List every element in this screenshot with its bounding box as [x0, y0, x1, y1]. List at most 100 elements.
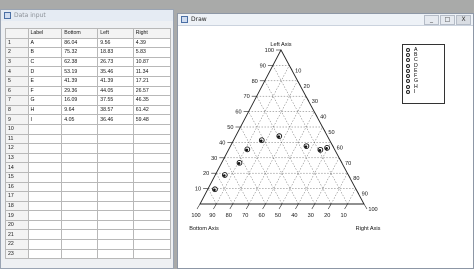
table-cell[interactable]: 16.09 — [61, 95, 99, 106]
table-cell[interactable] — [61, 248, 99, 260]
table-cell[interactable] — [61, 219, 99, 231]
table-cell[interactable] — [27, 162, 63, 173]
data-input-titlebar[interactable]: Data input — [1, 10, 173, 21]
table-cell[interactable] — [97, 191, 134, 202]
table-cell[interactable] — [97, 181, 134, 193]
column-header[interactable]: Right — [132, 28, 172, 39]
table-cell[interactable] — [97, 133, 134, 145]
table-cell[interactable] — [97, 248, 134, 260]
table-cell[interactable]: H — [27, 104, 63, 116]
table-cell[interactable] — [27, 219, 63, 231]
table-cell[interactable] — [27, 181, 63, 193]
table-cell[interactable] — [132, 162, 172, 173]
table-cell[interactable] — [61, 171, 99, 183]
table-cell[interactable] — [97, 152, 134, 164]
table-cell[interactable] — [97, 229, 134, 241]
table-cell[interactable] — [132, 248, 172, 260]
table-cell[interactable] — [61, 133, 99, 145]
table-cell[interactable] — [97, 143, 134, 154]
table-cell[interactable]: F — [27, 85, 63, 97]
table-cell[interactable]: D — [27, 66, 63, 77]
table-cell[interactable]: 75.32 — [61, 47, 99, 58]
table-cell[interactable]: 17.21 — [132, 75, 172, 87]
table-cell[interactable]: 9.56 — [97, 37, 134, 49]
table-cell[interactable] — [27, 200, 63, 212]
table-cell[interactable] — [97, 200, 134, 212]
maximize-button[interactable]: □ — [440, 15, 455, 25]
table-cell[interactable] — [97, 239, 134, 250]
table-cell[interactable]: 35.46 — [97, 66, 134, 77]
table-cell[interactable]: 10.87 — [132, 56, 172, 68]
table-cell[interactable]: 18.83 — [97, 47, 134, 58]
table-cell[interactable] — [27, 123, 63, 135]
table-cell[interactable]: 9.64 — [61, 104, 99, 116]
table-cell[interactable] — [132, 191, 172, 202]
table-cell[interactable]: 41.39 — [97, 75, 134, 87]
table-cell[interactable] — [132, 143, 172, 154]
column-header[interactable]: Label — [27, 28, 63, 39]
table-cell[interactable]: 62.38 — [61, 56, 99, 68]
table-cell[interactable]: 4.39 — [132, 37, 172, 49]
table-cell[interactable]: A — [27, 37, 63, 49]
table-cell[interactable] — [61, 200, 99, 212]
table-cell[interactable] — [97, 210, 134, 221]
table-cell[interactable]: 26.73 — [97, 56, 134, 68]
table-cell[interactable] — [27, 210, 63, 221]
table-cell[interactable] — [61, 191, 99, 202]
table-cell[interactable]: 53.19 — [61, 66, 99, 77]
table-cell[interactable] — [61, 143, 99, 154]
table-cell[interactable]: 61.42 — [132, 104, 172, 116]
table-cell[interactable]: 59.48 — [132, 114, 172, 125]
table-cell[interactable] — [27, 143, 63, 154]
table-cell[interactable]: 44.05 — [97, 85, 134, 97]
table-cell[interactable] — [132, 171, 172, 183]
table-cell[interactable]: 26.57 — [132, 85, 172, 97]
table-cell[interactable] — [132, 123, 172, 135]
table-cell[interactable]: 38.57 — [97, 104, 134, 116]
table-cell[interactable]: 46.35 — [132, 95, 172, 106]
table-cell[interactable] — [27, 133, 63, 145]
table-cell[interactable] — [97, 162, 134, 173]
table-cell[interactable] — [61, 229, 99, 241]
table-cell[interactable] — [132, 210, 172, 221]
table-cell[interactable]: 37.55 — [97, 95, 134, 106]
table-cell[interactable] — [27, 191, 63, 202]
table-cell[interactable] — [132, 133, 172, 145]
table-cell[interactable] — [132, 152, 172, 164]
table-cell[interactable]: 86.04 — [61, 37, 99, 49]
table-cell[interactable] — [61, 181, 99, 193]
table-cell[interactable]: 36.46 — [97, 114, 134, 125]
table-cell[interactable] — [27, 171, 63, 183]
table-cell[interactable] — [97, 219, 134, 231]
table-cell[interactable] — [61, 123, 99, 135]
table-cell[interactable]: 41.39 — [61, 75, 99, 87]
column-header[interactable]: Bottom — [61, 28, 99, 39]
table-cell[interactable]: 29.36 — [61, 85, 99, 97]
table-cell[interactable] — [27, 229, 63, 241]
table-cell[interactable] — [132, 219, 172, 231]
table-cell[interactable] — [27, 152, 63, 164]
table-cell[interactable] — [132, 181, 172, 193]
table-cell[interactable] — [97, 123, 134, 135]
column-header[interactable] — [5, 28, 29, 39]
table-cell[interactable]: 4.05 — [61, 114, 99, 125]
table-cell[interactable] — [132, 200, 172, 212]
close-button[interactable]: X — [456, 15, 471, 25]
table-cell[interactable]: B — [27, 47, 63, 58]
table-cell[interactable] — [61, 162, 99, 173]
minimize-button[interactable]: _ — [424, 15, 439, 25]
table-cell[interactable] — [132, 239, 172, 250]
table-cell[interactable] — [61, 152, 99, 164]
table-cell[interactable]: 5.83 — [132, 47, 172, 58]
column-header[interactable]: Left — [97, 28, 134, 39]
table-cell[interactable]: I — [27, 114, 63, 125]
table-cell[interactable] — [61, 210, 99, 221]
table-cell[interactable] — [27, 239, 63, 250]
table-cell[interactable] — [132, 229, 172, 241]
table-cell[interactable] — [61, 239, 99, 250]
table-cell[interactable]: G — [27, 95, 63, 106]
table-cell[interactable] — [97, 171, 134, 183]
table-cell[interactable]: C — [27, 56, 63, 68]
table-cell[interactable]: E — [27, 75, 63, 87]
table-cell[interactable]: 11.34 — [132, 66, 172, 77]
